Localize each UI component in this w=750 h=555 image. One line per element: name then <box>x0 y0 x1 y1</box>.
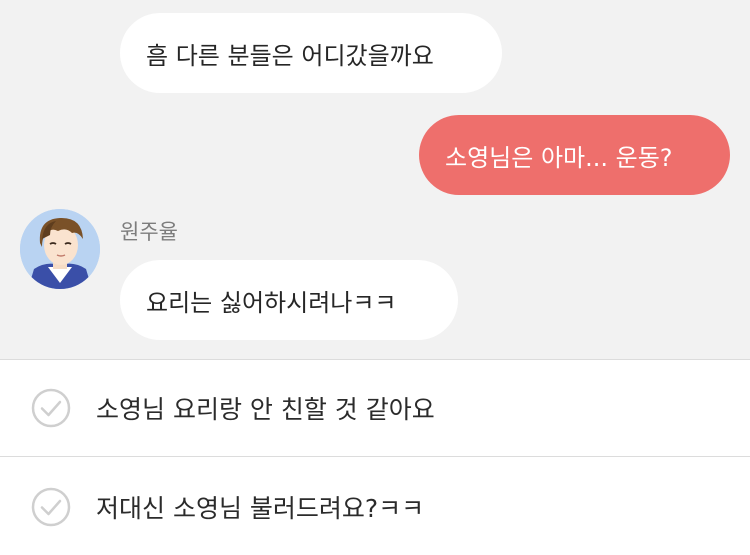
message-bubble-incoming: 요리는 싫어하시려나ㅋㅋ <box>120 260 458 340</box>
message-text: 흠 다른 분들은 어디갔을까요 <box>146 41 434 70</box>
reply-choice[interactable]: 저대신 소영님 불러드려요?ㅋㅋ <box>0 458 750 555</box>
avatar[interactable] <box>20 209 100 289</box>
reply-choices: 소영님 요리랑 안 친할 것 같아요 저대신 소영님 불러드려요?ㅋㅋ <box>0 359 750 548</box>
reply-choice-label: 소영님 요리랑 안 친할 것 같아요 <box>96 395 435 424</box>
check-circle-icon <box>31 388 71 428</box>
message-bubble-incoming: 흠 다른 분들은 어디갔을까요 <box>120 13 502 93</box>
sender-name: 원주율 <box>120 220 178 244</box>
reply-choice[interactable]: 소영님 요리랑 안 친할 것 같아요 <box>0 360 750 457</box>
check-circle-icon <box>31 487 71 526</box>
message-text: 요리는 싫어하시려나ㅋㅋ <box>146 288 397 317</box>
chat-area: 흠 다른 분들은 어디갔을까요 소영님은 아마... 운동? 원주율 요리는 싫… <box>0 0 750 359</box>
reply-choice-label: 저대신 소영님 불러드려요?ㅋㅋ <box>96 493 425 523</box>
character-portrait-icon <box>20 209 100 289</box>
message-bubble-outgoing: 소영님은 아마... 운동? <box>419 115 730 195</box>
message-text: 소영님은 아마... 운동? <box>445 143 673 172</box>
